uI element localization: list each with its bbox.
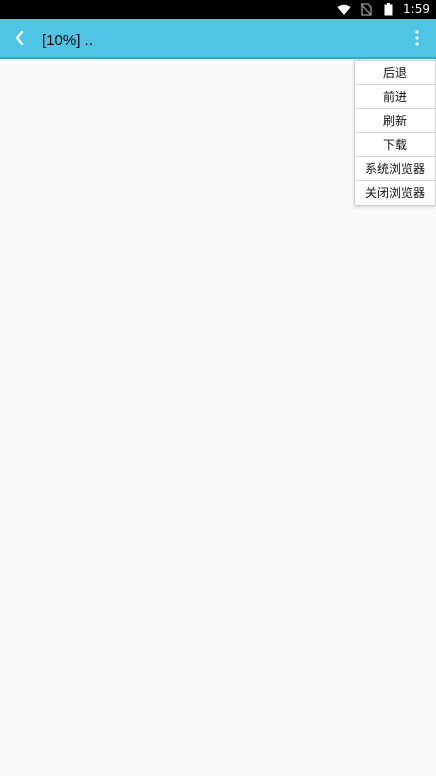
chevron-left-icon: [15, 30, 24, 46]
menu-item-close-browser[interactable]: 关闭浏览器: [355, 181, 435, 205]
menu-item-refresh[interactable]: 刷新: [355, 109, 435, 133]
no-sim-icon: [359, 3, 373, 17]
menu-item-back[interactable]: 后退: [355, 61, 435, 85]
overflow-popup-menu: 后退 前进 刷新 下载 系统浏览器 关闭浏览器: [354, 60, 436, 206]
status-time: 1:59: [403, 2, 430, 16]
overflow-menu-button[interactable]: [410, 27, 424, 49]
back-button[interactable]: [9, 25, 29, 51]
more-vertical-icon: [415, 30, 419, 46]
menu-item-system-browser[interactable]: 系统浏览器: [355, 157, 435, 181]
status-bar: 1:59: [0, 0, 436, 19]
menu-item-download[interactable]: 下载: [355, 133, 435, 157]
app-bar: [10%] ..: [0, 19, 436, 59]
page-title: [10%] ..: [42, 32, 93, 49]
menu-item-forward[interactable]: 前进: [355, 85, 435, 109]
battery-icon: [381, 3, 395, 17]
wifi-icon: [337, 3, 351, 17]
